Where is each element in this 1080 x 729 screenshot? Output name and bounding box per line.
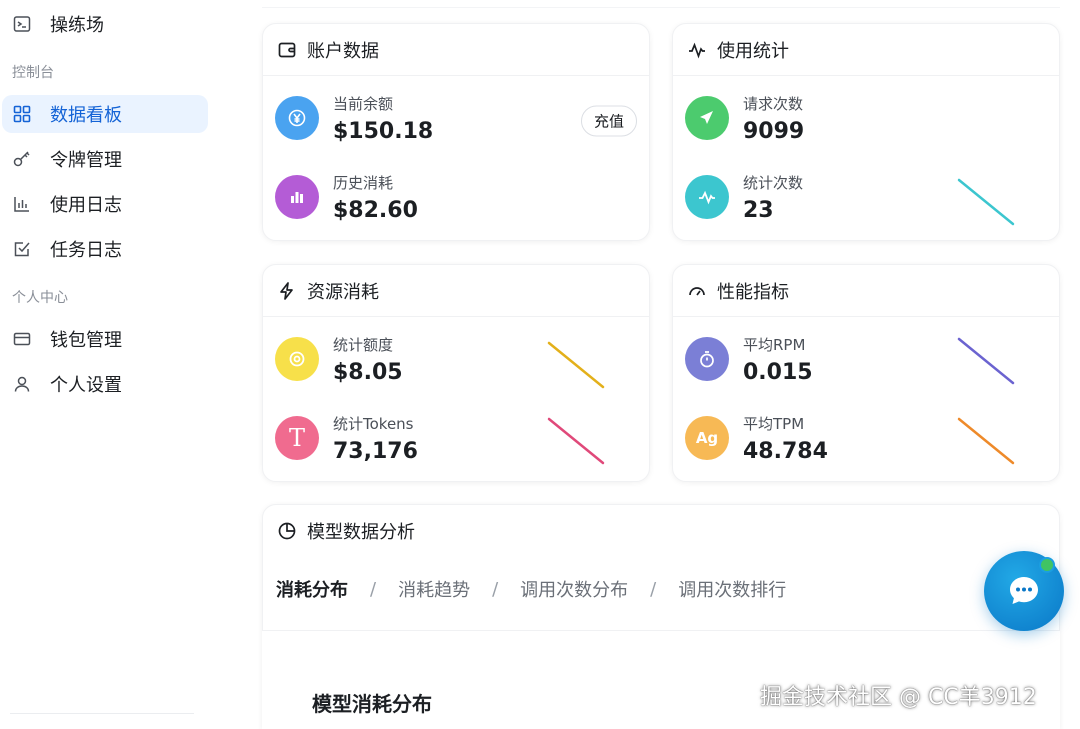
pulse-icon: [685, 175, 729, 219]
metric-tokens: T 统计Tokens 73,176: [275, 408, 418, 468]
section-label-personal: 个人中心: [12, 290, 68, 306]
pulse-icon: [687, 40, 707, 60]
chat-bubble-icon: [1004, 571, 1044, 611]
usage-card: 使用统计 请求次数 9099 统计次数 23: [672, 23, 1060, 241]
sidebar-item-usage-log[interactable]: 使用日志: [2, 185, 208, 223]
grid-icon: [12, 104, 32, 124]
sidebar-item-settings[interactable]: 个人设置: [2, 365, 208, 403]
sidebar-item-playground[interactable]: 操练场: [2, 5, 208, 43]
card-title: 性能指标: [717, 281, 789, 303]
send-icon: [685, 96, 729, 140]
sidebar-item-label: 任务日志: [50, 240, 122, 261]
tab-separator: /: [492, 578, 499, 600]
resource-card: 资源消耗 统计额度 $8.05 T 统计Tokens 73,176: [262, 264, 650, 482]
sidebar: 操练场 控制台 数据看板 令牌管理 使用日志 任务日志 个人中心 钱包管理 个人…: [0, 0, 222, 729]
metric-tpm: Ag 平均TPM 48.784: [685, 408, 828, 468]
wallet-icon: [277, 40, 297, 60]
sparkline-tokens: [547, 417, 605, 465]
metric-value: $8.05: [333, 359, 403, 385]
letter-t-icon: T: [275, 416, 319, 460]
tab-separator: /: [650, 578, 657, 600]
sparkline-stat-count: [957, 178, 1015, 226]
stopwatch-icon: [685, 337, 729, 381]
card-header: 账户数据: [263, 24, 649, 76]
tab-consumption-trend[interactable]: 消耗趋势: [398, 576, 470, 602]
metric-value: 73,176: [333, 438, 418, 464]
tab-call-distribution[interactable]: 调用次数分布: [520, 576, 628, 602]
sidebar-item-label: 使用日志: [50, 195, 122, 216]
tab-consumption-distribution[interactable]: 消耗分布: [276, 576, 348, 602]
pie-chart-icon: [277, 521, 297, 541]
card-title: 资源消耗: [307, 281, 379, 303]
metric-label: 请求次数: [743, 94, 804, 113]
user-icon: [12, 374, 32, 394]
sparkline-rpm: [957, 337, 1015, 385]
bar-chart-icon: [12, 194, 32, 214]
sidebar-item-label: 钱包管理: [50, 330, 122, 351]
card-header: 性能指标: [673, 265, 1059, 317]
metric-history: 历史消耗 $82.60: [275, 167, 418, 227]
sparkline-tpm: [957, 417, 1015, 465]
sparkline-quota: [547, 341, 605, 389]
coin-icon: [275, 337, 319, 381]
metric-value: $82.60: [333, 197, 418, 223]
sidebar-item-task-log[interactable]: 任务日志: [2, 230, 208, 268]
sidebar-item-label: 令牌管理: [50, 150, 122, 171]
sidebar-item-dashboard[interactable]: 数据看板: [2, 95, 208, 133]
metric-balance: 当前余额 $150.18: [275, 88, 433, 148]
key-icon: [12, 149, 32, 169]
chart-panel-title: 模型消耗分布: [312, 692, 432, 716]
gauge-icon: [687, 281, 707, 301]
account-card: 账户数据 当前余额 $150.18 充值 历史消耗 $82.60: [262, 23, 650, 241]
tab-call-ranking[interactable]: 调用次数排行: [678, 576, 786, 602]
card-header: 资源消耗: [263, 265, 649, 317]
metric-label: 统计额度: [333, 335, 394, 354]
metric-value: 48.784: [743, 438, 828, 464]
sidebar-item-label: 数据看板: [50, 105, 122, 126]
metric-value: 0.015: [743, 359, 813, 385]
online-status-dot: [1039, 557, 1055, 573]
sidebar-item-label: 个人设置: [50, 375, 122, 396]
section-label-console: 控制台: [12, 65, 54, 81]
metric-value: $150.18: [333, 118, 434, 144]
metric-stat-count: 统计次数 23: [685, 167, 803, 227]
credit-card-icon: [12, 329, 32, 349]
metric-label: 统计Tokens: [333, 414, 414, 433]
sidebar-item-label: 操练场: [50, 15, 104, 36]
letter-ag-icon: Ag: [685, 416, 729, 460]
sidebar-divider: [10, 713, 194, 714]
model-analysis-tabs: 消耗分布 / 消耗趋势 / 调用次数分布 / 调用次数排行: [276, 576, 786, 602]
metric-label: 当前余额: [333, 94, 394, 113]
card-header: 使用统计: [673, 24, 1059, 76]
metric-label: 平均RPM: [743, 335, 806, 354]
card-title: 账户数据: [307, 40, 379, 62]
metric-rpm: 平均RPM 0.015: [685, 329, 813, 389]
performance-card: 性能指标 平均RPM 0.015 Ag 平均TPM 48.784: [672, 264, 1060, 482]
yen-circle-icon: [275, 96, 319, 140]
checkbox-icon: [12, 239, 32, 259]
recharge-button[interactable]: 充值: [580, 105, 637, 137]
watermark: 掘金技术社区 @ CC羊3912: [760, 685, 1037, 710]
terminal-icon: [12, 14, 32, 34]
card-title: 模型数据分析: [307, 522, 415, 543]
card-title: 使用统计: [717, 40, 789, 62]
top-divider: [262, 0, 1060, 8]
metric-requests: 请求次数 9099: [685, 88, 804, 148]
tab-separator: /: [370, 578, 377, 600]
metric-quota: 统计额度 $8.05: [275, 329, 403, 389]
sidebar-item-tokens[interactable]: 令牌管理: [2, 140, 208, 178]
bar-chart-icon: [275, 175, 319, 219]
lightning-icon: [277, 281, 297, 301]
metric-value: 23: [743, 197, 774, 223]
card-header: 模型数据分析: [263, 505, 1059, 557]
sidebar-item-wallet[interactable]: 钱包管理: [2, 320, 208, 358]
metric-value: 9099: [743, 118, 805, 144]
metric-label: 平均TPM: [743, 414, 805, 433]
metric-label: 历史消耗: [333, 173, 394, 192]
metric-label: 统计次数: [743, 173, 804, 192]
